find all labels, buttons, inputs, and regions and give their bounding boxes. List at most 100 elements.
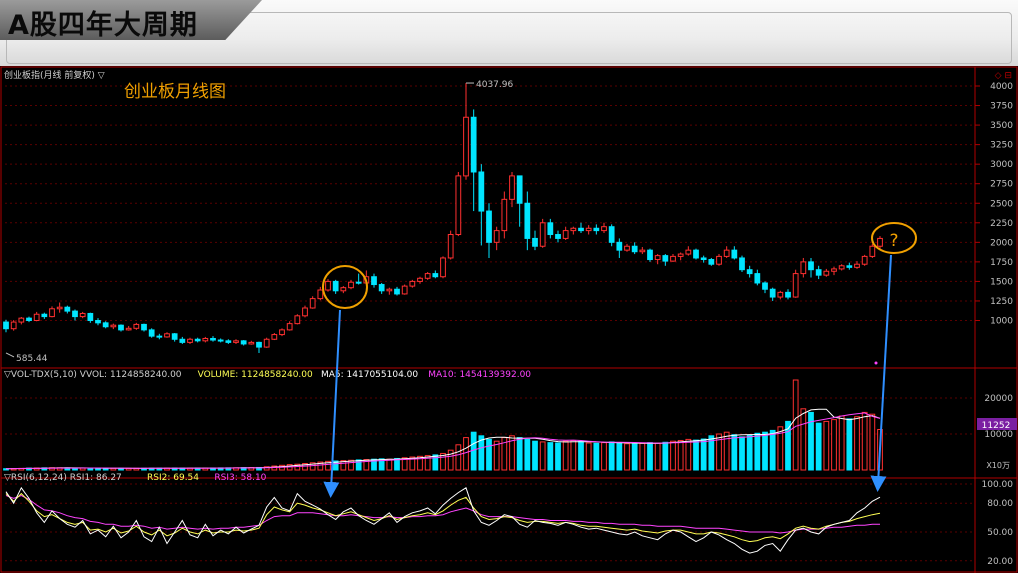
volume-bar (562, 440, 569, 471)
candle-body (302, 307, 308, 317)
price-tick-label: 1500 (990, 277, 1013, 287)
volume-bar (815, 422, 822, 471)
candle-body (785, 291, 791, 298)
price-tick-label: 2500 (990, 199, 1013, 209)
candle-body (294, 315, 301, 325)
candle-body (693, 249, 699, 259)
volume-bar (792, 379, 799, 471)
candle-body (777, 291, 784, 298)
candle-body (87, 312, 94, 321)
candle-body (670, 255, 676, 262)
candle-body (332, 280, 339, 292)
corner-marks: ◇ ⊟ (995, 71, 1012, 81)
candle-body (26, 317, 32, 321)
candle-body (133, 323, 140, 329)
candle-body (555, 234, 561, 239)
volume-bar (386, 458, 393, 471)
price-dot-marker (874, 361, 878, 365)
volume-bar (455, 444, 462, 471)
volume-bar (547, 442, 554, 471)
candle-body (79, 312, 86, 318)
volume-bar (700, 438, 707, 471)
candle-body (417, 277, 423, 282)
candle-body (125, 327, 132, 331)
volume-bar (762, 431, 768, 471)
candle-body (401, 285, 408, 295)
candle-body (601, 226, 607, 232)
candle-body (854, 263, 860, 268)
candle-body (72, 310, 78, 318)
candle-body (3, 321, 9, 330)
volume-bar (731, 434, 738, 471)
volume-bar (861, 411, 868, 471)
volume-bar (869, 413, 876, 471)
candle-body (624, 245, 630, 251)
candle-body (164, 333, 170, 338)
candle-body (739, 257, 745, 271)
candle-body (118, 324, 124, 331)
candle-body (762, 282, 768, 290)
annotation-question: ? (889, 231, 898, 251)
volume-bar (593, 442, 600, 471)
candle-body (861, 255, 868, 265)
volume-bar (578, 441, 584, 471)
candle-body (478, 171, 485, 212)
volume-bar (493, 440, 500, 471)
candle-body (317, 289, 324, 300)
volume-bar (570, 439, 577, 471)
volume-bar (846, 418, 853, 471)
volume-bar (800, 408, 807, 471)
candle-body (570, 227, 577, 232)
candle-body (141, 323, 147, 331)
candle-body (823, 270, 830, 276)
candle-body (455, 175, 462, 236)
volume-legend-item: VOLUME: 1124858240.00 (198, 370, 313, 380)
candle-body (846, 265, 853, 268)
candle-body (110, 324, 117, 328)
candle-body (509, 175, 515, 200)
candle-body (815, 269, 822, 276)
candle-body (631, 245, 638, 253)
candle-body (639, 249, 646, 253)
candle-body (33, 313, 40, 322)
volume-bar (616, 442, 623, 471)
candle-body (18, 317, 25, 323)
price-tick-label: 1000 (990, 317, 1013, 327)
high-marker-label: 4037.96 (476, 80, 513, 90)
volume-current-label: 11252 (982, 421, 1011, 431)
candle-body (194, 338, 201, 342)
candle-body (56, 306, 63, 310)
candle-body (831, 268, 837, 272)
stock-chart[interactable]: 4000 3750 3500 3250 3000 2750 2500 2250 2000 1750… (0, 66, 1018, 573)
banner-title: A股四年大周期 (8, 10, 198, 41)
candle-body (263, 338, 270, 348)
volume-bar (723, 431, 730, 471)
rsi-legend-item: RSI3: 58.10 (214, 473, 266, 483)
volume-bar (463, 437, 469, 471)
candle-body (340, 287, 347, 292)
candle-body (838, 265, 845, 270)
volume-tick-label: 10000 (984, 430, 1013, 440)
candle-body (869, 245, 876, 257)
candle-body (240, 340, 247, 345)
candle-body (524, 202, 531, 239)
candle-body (578, 227, 584, 232)
candle-body (210, 337, 216, 341)
volume-tick-label: 20000 (984, 394, 1013, 404)
candle-body (708, 259, 715, 265)
candle-body (10, 321, 17, 330)
candle-body (562, 230, 569, 239)
candle-body (731, 249, 738, 259)
candle-body (470, 116, 477, 173)
candle-body (447, 234, 454, 259)
candle-body (685, 249, 692, 255)
volume-unit-label: X10万 (986, 461, 1010, 470)
candle-body (225, 340, 232, 343)
volume-bar (746, 434, 753, 471)
low-marker-label: 585.44 (16, 354, 48, 364)
candle-body (233, 340, 239, 343)
volume-bar (647, 442, 653, 471)
rsi-tick-label: 20.00 (987, 557, 1013, 567)
candle-body (800, 261, 807, 275)
volume-bar (539, 441, 546, 471)
